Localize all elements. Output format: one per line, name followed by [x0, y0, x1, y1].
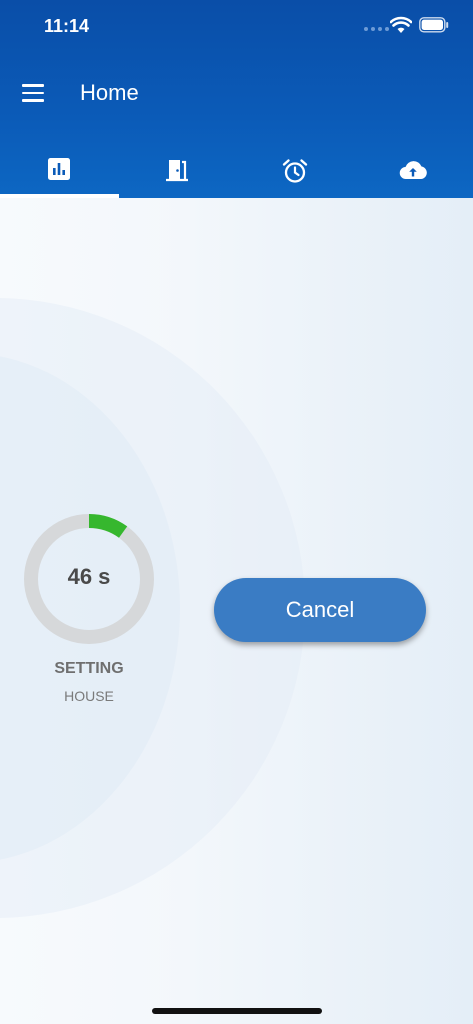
tab-door[interactable]	[118, 148, 236, 198]
status-bar: 11:14	[0, 0, 473, 52]
status-time: 11:14	[44, 16, 90, 36]
timer-value: 46 s	[67, 564, 111, 589]
home-indicator[interactable]	[152, 1008, 322, 1014]
tab-bar	[0, 148, 473, 198]
tab-alarm[interactable]	[236, 148, 354, 198]
app-bar: Home	[0, 68, 473, 118]
bar-chart-icon	[48, 158, 70, 180]
door-icon	[166, 160, 188, 182]
signal-dots-icon	[364, 27, 389, 31]
timer-zone-label: HOUSE	[64, 688, 114, 704]
app-header: 11:14 Home	[0, 0, 473, 198]
cloud-upload-icon	[399, 161, 427, 180]
timer-status-label: SETTING	[54, 660, 124, 677]
battery-icon	[419, 17, 449, 33]
wifi-icon	[390, 16, 412, 33]
tab-statistics[interactable]	[0, 148, 118, 198]
page-title: Home	[80, 80, 139, 105]
alarm-clock-icon	[282, 159, 308, 183]
cancel-button[interactable]: Cancel	[214, 578, 426, 642]
tab-cloud-upload[interactable]	[354, 148, 472, 198]
hamburger-menu-icon[interactable]	[22, 84, 44, 102]
main-content: 46 s SETTING HOUSE Cancel	[0, 198, 473, 1024]
